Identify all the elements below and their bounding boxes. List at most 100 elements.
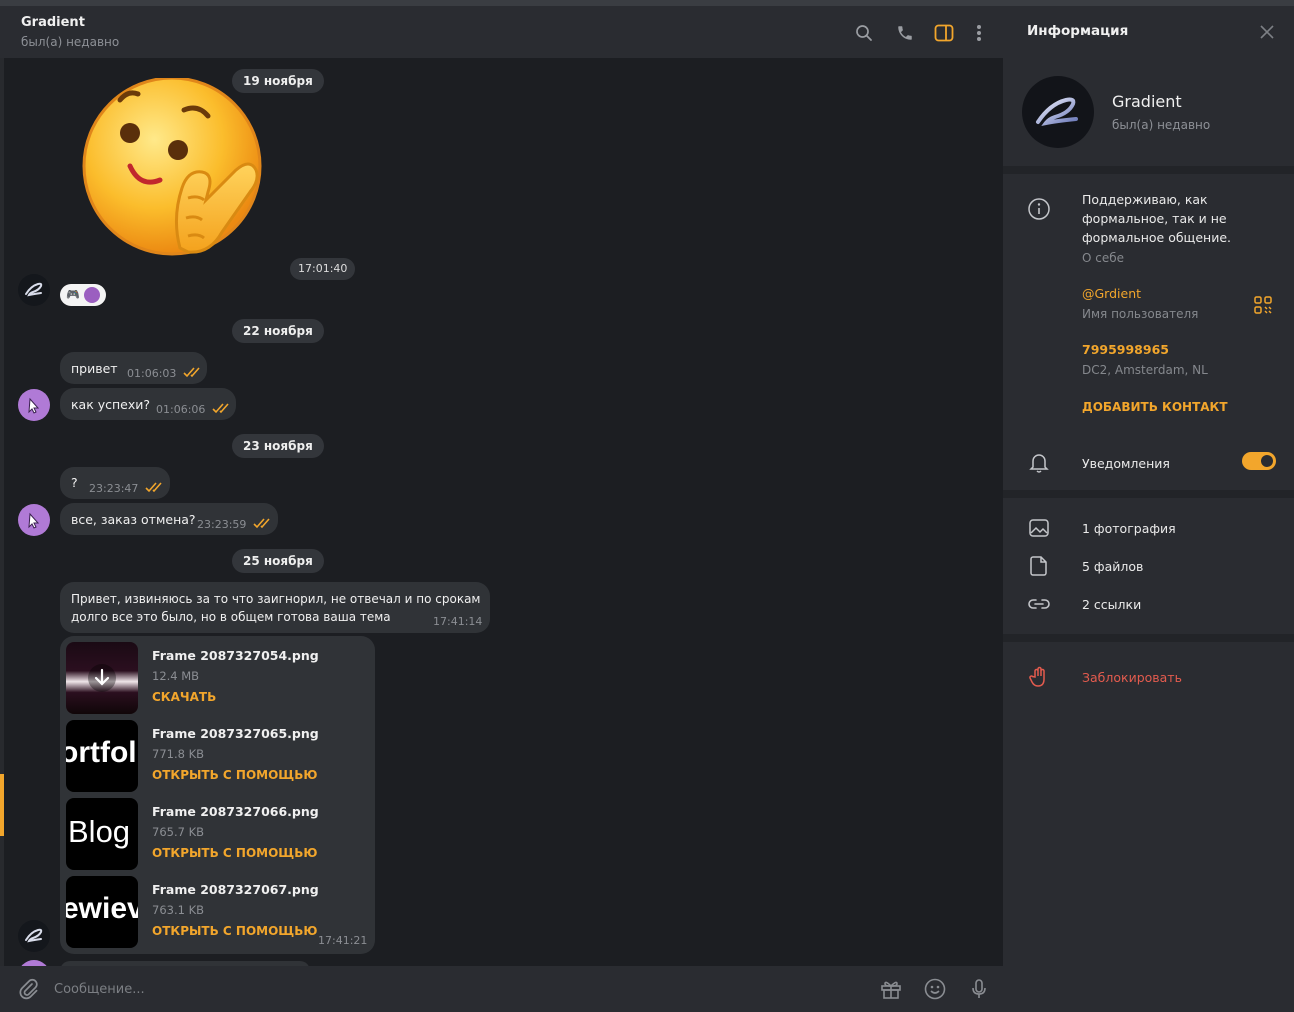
date-separator: 22 ноября: [232, 319, 324, 343]
notifications-toggle[interactable]: [1242, 452, 1276, 470]
message-time: 23:23:59: [197, 518, 247, 531]
file-thumbnail[interactable]: ewiev: [66, 876, 138, 948]
file-size: 765.7 KB: [152, 825, 205, 839]
message-text: как успехи?: [71, 397, 151, 412]
avatar[interactable]: [18, 920, 50, 952]
file-size: 12.4 MB: [152, 669, 200, 683]
hand-stop-icon: [1029, 666, 1045, 687]
bio-label: О себе: [1082, 251, 1125, 265]
avatar[interactable]: [18, 504, 50, 536]
profile-name: Gradient: [1112, 92, 1182, 111]
info-icon: [1028, 198, 1050, 220]
attach-icon[interactable]: [16, 977, 40, 1001]
message-bubble[interactable]: все, заказ отмена? 23:23:59: [60, 503, 278, 535]
photos-link[interactable]: 1 фотография: [1082, 519, 1176, 538]
bell-icon: [1029, 454, 1049, 473]
avatar[interactable]: [18, 274, 50, 306]
file-thumbnail[interactable]: Blog: [66, 798, 138, 870]
bio-text: Поддерживаю, как формальное, так и не фо…: [1082, 190, 1231, 247]
close-icon[interactable]: [1259, 24, 1275, 40]
message-text: ?: [71, 475, 78, 490]
file-size: 771.8 KB: [152, 747, 205, 761]
file-icon: [1030, 556, 1047, 576]
message-time: 01:06:03: [127, 367, 177, 380]
notifications-label: Уведомления: [1082, 456, 1170, 471]
username[interactable]: @Grdient: [1082, 284, 1141, 303]
message-time: 01:06:06: [156, 403, 206, 416]
file-name: Frame 2087327065.png: [152, 726, 319, 741]
emoji-icon[interactable]: [923, 977, 947, 1001]
message-text-line: Привет, извиняюсь за то что заигнорил, н…: [71, 592, 481, 606]
sidebar-toggle-icon[interactable]: [933, 22, 955, 44]
message-input[interactable]: [54, 978, 654, 1000]
more-vertical-icon[interactable]: [968, 22, 990, 44]
reactor-avatar: [83, 287, 100, 303]
bio-line: формальное, так и не: [1082, 211, 1227, 226]
profile-status: был(а) недавно: [1112, 118, 1211, 132]
chat-status: был(а) недавно: [21, 35, 120, 49]
microphone-icon[interactable]: [967, 977, 991, 1001]
double-check-icon: [253, 518, 270, 529]
add-contact-button[interactable]: ДОБАВИТЬ КОНТАКТ: [1082, 398, 1228, 417]
search-icon[interactable]: [853, 22, 875, 44]
message-bubble[interactable]: Привет, извиняюсь за то что заигнорил, н…: [60, 582, 490, 633]
profile-avatar[interactable]: [1022, 76, 1094, 148]
date-separator: 25 ноября: [232, 549, 324, 573]
gift-icon[interactable]: [879, 977, 903, 1001]
info-panel-title: Информация: [1027, 23, 1129, 39]
file-item[interactable]: ortfol Frame 2087327065.png 771.8 KB ОТК…: [66, 720, 366, 792]
download-button[interactable]: СКАЧАТЬ: [152, 690, 216, 704]
files-link[interactable]: 5 файлов: [1082, 557, 1143, 576]
section-divider: [1003, 634, 1294, 642]
file-thumbnail[interactable]: [66, 642, 138, 714]
section-divider: [1003, 490, 1294, 498]
reaction-badge[interactable]: 🎮: [60, 284, 106, 306]
block-user-button[interactable]: Заблокировать: [1082, 668, 1182, 687]
file-name: Frame 2087327066.png: [152, 804, 319, 819]
date-separator: 23 ноября: [232, 434, 324, 458]
sticker-thumbs-up-emoji[interactable]: [80, 76, 280, 273]
section-divider: [1003, 166, 1294, 174]
photo-icon: [1029, 519, 1049, 537]
message-composer: [0, 966, 1003, 1012]
links-link[interactable]: 2 ссылки: [1082, 595, 1141, 614]
file-thumbnail[interactable]: ortfol: [66, 720, 138, 792]
chat-title[interactable]: Gradient: [21, 15, 85, 30]
double-check-icon: [212, 403, 229, 414]
open-with-button[interactable]: ОТКРЫТЬ С ПОМОЩЬЮ: [152, 846, 317, 860]
avatar[interactable]: [18, 389, 50, 421]
file-name: Frame 2087327067.png: [152, 882, 319, 897]
open-with-button[interactable]: ОТКРЫТЬ С ПОМОЩЬЮ: [152, 768, 317, 782]
files-message-bubble[interactable]: Frame 2087327054.png 12.4 MB СКАЧАТЬ ort…: [60, 636, 375, 954]
message-bubble[interactable]: привет 01:06:03: [60, 352, 207, 384]
qr-code-icon[interactable]: [1254, 296, 1272, 314]
thumbnail-text: Blog: [68, 814, 131, 849]
chat-header: Gradient был(а) недавно: [0, 6, 1003, 58]
message-time: 23:23:47: [89, 482, 139, 495]
bio-line: формальное общение.: [1082, 230, 1231, 245]
message-text-line: долго все это было, но в общем готова ва…: [71, 610, 391, 624]
message-list[interactable]: 19 ноября 17:01:40 🎮 22 ноября привет 01…: [4, 58, 1003, 966]
download-icon[interactable]: [66, 642, 138, 714]
phone-number[interactable]: 7995998965: [1082, 340, 1169, 359]
message-bubble[interactable]: ? 23:23:47: [60, 467, 170, 499]
file-name: Frame 2087327054.png: [152, 648, 319, 663]
phone-icon[interactable]: [894, 22, 916, 44]
file-size: 763.1 KB: [152, 903, 205, 917]
info-panel: Информация Gradient был(а) недавно Подде…: [1003, 6, 1294, 1012]
open-with-button[interactable]: ОТКРЫТЬ С ПОМОЩЬЮ: [152, 924, 317, 938]
thumbnail-text: ortfol: [66, 736, 137, 769]
file-item[interactable]: Frame 2087327054.png 12.4 MB СКАЧАТЬ: [66, 642, 366, 714]
bio-line: Поддерживаю, как: [1082, 192, 1208, 207]
double-check-icon: [183, 367, 200, 378]
file-item[interactable]: Blog Frame 2087327066.png 765.7 KB ОТКРЫ…: [66, 798, 366, 870]
message-bubble[interactable]: как успехи? 01:06:06: [60, 388, 236, 420]
message-text: все, заказ отмена?: [71, 512, 196, 527]
sticker-time: 17:01:40: [290, 258, 356, 280]
datacenter-label: DC2, Amsterdam, NL: [1082, 363, 1208, 377]
message-time: 17:41:21: [318, 934, 368, 947]
username-label: Имя пользователя: [1082, 307, 1199, 321]
reaction-emoji: 🎮: [66, 288, 80, 301]
link-icon: [1028, 599, 1050, 609]
message-text: привет: [71, 361, 118, 376]
